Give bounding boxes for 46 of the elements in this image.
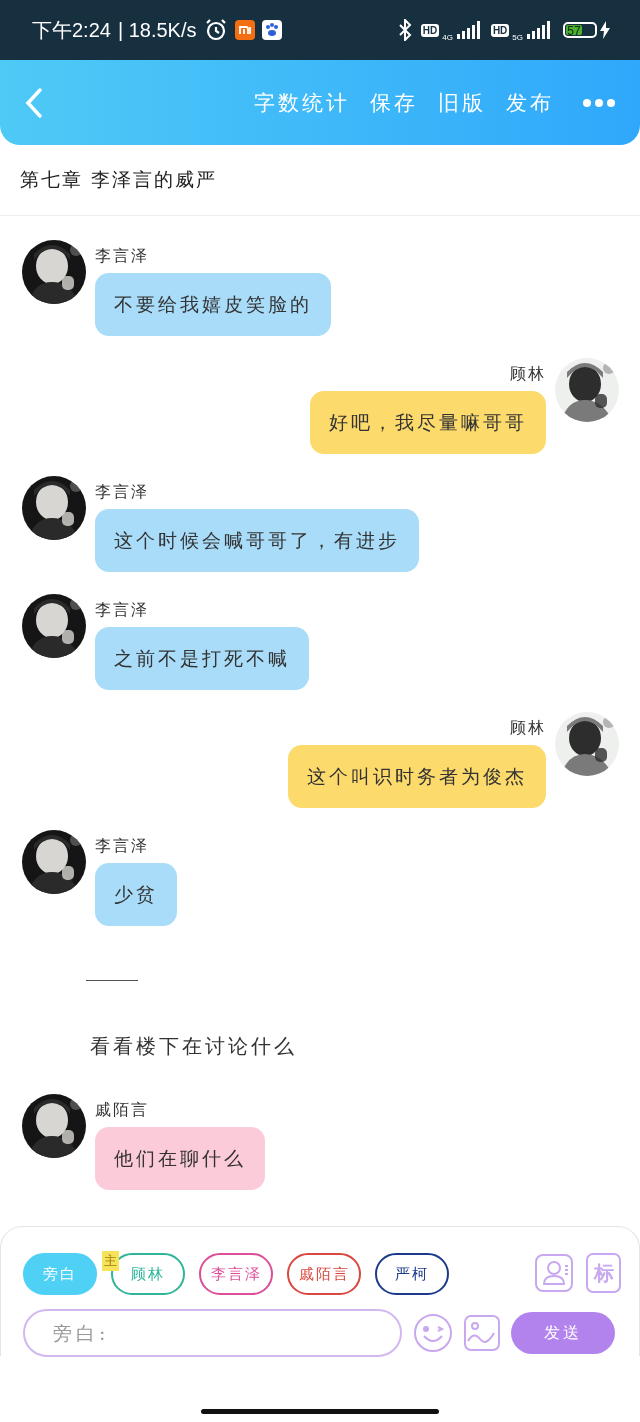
message-bubble: 之前不是打死不喊	[95, 627, 309, 690]
header-action[interactable]: 发布	[506, 88, 554, 117]
role-chip[interactable]: 严柯	[375, 1253, 449, 1295]
message-bubble: 他们在聊什么	[95, 1127, 265, 1190]
sender-name: 顾林	[510, 363, 546, 385]
main-role-badge: 主	[102, 1251, 119, 1271]
role-chip[interactable]: 李言泽	[199, 1253, 273, 1295]
contact-card-icon[interactable]	[535, 1254, 573, 1292]
role-chip[interactable]: 旁白	[23, 1253, 97, 1295]
signal-icon	[526, 20, 552, 40]
network-type: 5G	[512, 32, 523, 42]
clock-time: 下午2:24	[32, 17, 111, 43]
battery-icon: 57	[563, 22, 597, 38]
header-action[interactable]: 保存	[370, 88, 418, 117]
signal-icon	[455, 20, 482, 40]
sender-name: 顾林	[510, 717, 546, 739]
hd-badge: HD	[420, 23, 440, 37]
message-input[interactable]: 旁白:	[23, 1309, 402, 1357]
role-chip[interactable]: 戚陌言	[287, 1253, 361, 1295]
message-bubble: 好吧，我尽量嘛哥哥	[310, 391, 546, 454]
charging-icon	[600, 21, 610, 39]
hd-badge: HD	[490, 23, 510, 37]
narration-text: 看看楼下在讨论什么	[89, 1033, 298, 1060]
bluetooth-icon	[397, 19, 412, 41]
chapter-title: 第七章 李泽言的威严	[20, 167, 218, 192]
sender-name: 李言泽	[95, 599, 150, 621]
header-action[interactable]: 旧版	[438, 88, 486, 117]
message-bubble: 少贫	[95, 863, 177, 926]
emoji-icon[interactable]	[414, 1314, 452, 1352]
message-bubble: 这个叫识时务者为俊杰	[288, 745, 546, 808]
message-bubble: 不要给我嬉皮笑脸的	[95, 273, 331, 336]
header-action[interactable]: 字数统计	[254, 88, 350, 117]
sender-name: 李言泽	[95, 245, 150, 267]
image-icon[interactable]	[464, 1315, 500, 1351]
sender-name: 戚陌言	[95, 1099, 150, 1121]
sender-name: 李言泽	[95, 835, 150, 857]
message-bubble: 这个时候会喊哥哥了，有进步	[95, 509, 419, 572]
tag-button[interactable]: 标	[586, 1253, 621, 1293]
send-button[interactable]: 发送	[511, 1312, 615, 1354]
app-notification-icon	[234, 20, 255, 40]
network-type: 4G	[442, 32, 453, 42]
back-icon[interactable]	[24, 86, 44, 119]
network-speed: | 18.5K/s	[117, 18, 197, 42]
paw-icon	[261, 20, 282, 40]
sender-name: 李言泽	[95, 481, 150, 503]
more-icon[interactable]	[582, 97, 616, 108]
